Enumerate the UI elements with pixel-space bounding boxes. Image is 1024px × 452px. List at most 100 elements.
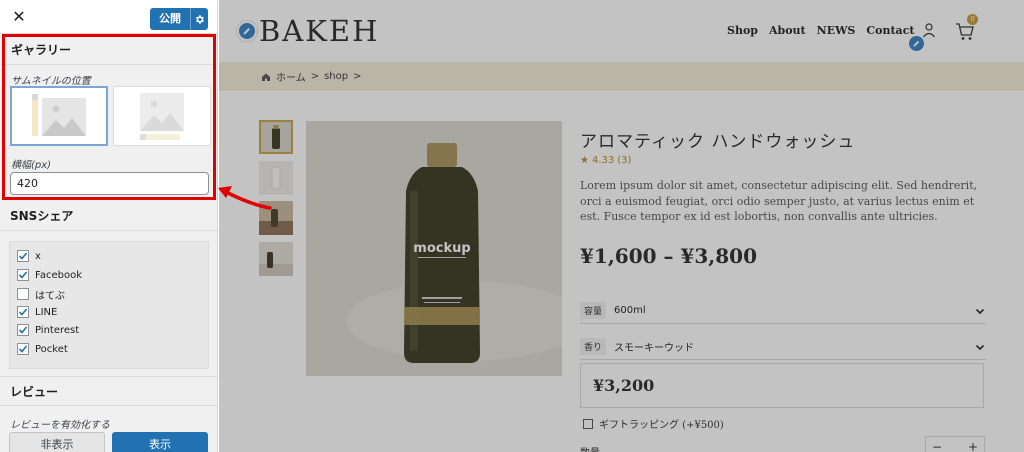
selected-price-box: ¥3,200 [580,363,984,408]
user-icon[interactable] [921,22,937,38]
checkbox[interactable] [17,306,29,318]
thumbnail-position-left-option[interactable] [10,86,108,146]
bottle-label-text: mockup [413,241,470,256]
star-icon: ★ [580,155,589,166]
product-description: Lorem ipsum dolor sit amet, consectetur … [580,179,978,223]
checkbox[interactable] [17,250,29,262]
checkmark-icon [18,326,28,334]
product-main-image[interactable]: mockup [306,121,562,376]
quantity-stepper[interactable]: − + [925,436,985,452]
nav-link-shop[interactable]: Shop [727,24,758,37]
cart-count-badge: 0 [967,14,978,25]
product-title: アロマティック ハンドウォッシュ [580,132,856,152]
layout-left-thumbnails-icon [32,94,86,136]
variation-value: スモーキーウッド [614,343,695,354]
home-icon [262,73,270,81]
publish-button[interactable]: 公開 [150,8,190,30]
thumbnail-position-label: サムネイルの位置 [11,76,91,87]
gift-wrapping-checkbox[interactable] [583,418,593,429]
rating-value: 4.33 [591,155,615,166]
quantity-increase-button[interactable]: + [968,440,978,452]
thumbnail-position-bottom-option[interactable] [113,86,211,146]
sns-options-box: x Facebook はてぶ LINE Pinterest Pocket [9,241,209,369]
quantity-decrease-button[interactable]: − [932,440,942,452]
sns-item-label: Pinterest [35,324,80,336]
sns-item-hatebu[interactable]: はてぶ [17,286,65,302]
checkmark-icon [18,271,28,279]
quantity-label: 数量 [580,444,600,452]
logo-edit-shortcut[interactable] [237,21,257,41]
breadcrumb-home[interactable]: ホーム [276,69,306,84]
variation-scent-select[interactable]: 香り スモーキーウッド [580,334,986,360]
pencil-icon [913,40,920,47]
variation-tag: 香り [580,338,607,355]
publish-group: 公開 [150,8,208,30]
review-enable-label: レビューを有効化する [10,420,110,431]
checkmark-icon [18,345,28,353]
sns-item-label: LINE [35,306,58,318]
main-nav: Shop About NEWS Contact [727,24,914,37]
site-header: BAKEH Shop About NEWS Contact 0 [219,0,1024,62]
sns-item-pinterest[interactable]: Pinterest [17,322,79,338]
close-button[interactable]: ✕ [10,7,28,27]
checkmark-icon [18,308,28,316]
layout-bottom-thumbnails-icon [140,93,184,140]
site-logo[interactable]: BAKEH [259,14,379,48]
cart-icon[interactable] [955,22,975,42]
nav-link-news[interactable]: NEWS [817,24,856,37]
checkbox[interactable] [17,269,29,281]
bottle-thumbnail-image [261,122,291,152]
gallery-thumbnail[interactable] [259,201,293,235]
breadcrumb: ホーム > shop > [219,62,1024,91]
chevron-down-icon [975,308,985,314]
review-show-button[interactable]: 表示 [112,432,208,452]
breadcrumb-separator: > [353,71,362,82]
towel-thumbnail-image [259,242,293,276]
customizer-panel: ✕ 公開 ギャラリー サムネイルの位置 横幅(px) 420 SNSシェア x … [0,0,218,452]
gallery-section: ギャラリー サムネイルの位置 横幅(px) [1,35,217,203]
sns-item-line[interactable]: LINE [17,304,57,320]
sns-section-title: SNSシェア [0,201,217,231]
review-hide-button[interactable]: 非表示 [9,432,105,452]
rating-count[interactable]: (3) [617,155,631,166]
review-section-title: レビュー [0,376,217,406]
nav-link-about[interactable]: About [769,24,806,37]
breadcrumb-separator: > [310,71,320,82]
gallery-width-label: 横幅(px) [11,160,52,171]
checkbox[interactable] [17,324,29,336]
variation-volume-select[interactable]: 容量 600ml [580,298,986,324]
gift-wrapping-label: ギフトラッピング (+¥500) [599,420,724,431]
publish-settings-button[interactable] [190,8,208,30]
sns-item-label: Facebook [35,269,82,281]
gear-icon [196,14,204,24]
sns-item-facebook[interactable]: Facebook [17,267,82,283]
sns-item-label: Pocket [35,343,68,355]
gallery-thumbnail[interactable] [259,242,293,276]
sns-item-label: x [35,250,41,262]
pencil-icon [243,28,250,35]
checkmark-icon [18,252,28,260]
checkbox[interactable] [17,288,29,300]
sns-item-label: はてぶ [35,290,65,302]
product-bottle-image: mockup [306,121,562,376]
breadcrumb-shop[interactable]: shop [324,71,348,82]
gift-wrapping-option[interactable]: ギフトラッピング (+¥500) [583,416,724,431]
gallery-section-title: ギャラリー [1,35,217,65]
gallery-thumbnail[interactable] [259,161,293,195]
sns-item-pocket[interactable]: Pocket [17,341,68,357]
panel-header: ✕ 公開 [0,0,217,34]
sns-item-x[interactable]: x [17,248,41,264]
gallery-thumbnail[interactable] [259,120,293,154]
lifestyle-thumbnail-image [259,201,293,235]
white-bottle-thumbnail-image [259,161,293,195]
nav-link-contact[interactable]: Contact [866,24,914,37]
variation-value: 600ml [614,305,646,316]
variation-tag: 容量 [580,302,607,319]
site-preview: BAKEH Shop About NEWS Contact 0 ホーム > sh… [219,0,1024,452]
gallery-width-input[interactable] [10,172,209,195]
checkbox[interactable] [17,343,29,355]
selected-variation-price: ¥3,200 [593,376,655,395]
product-rating: ★ 4.33 (3) [580,155,631,166]
product-price-range: ¥1,600 – ¥3,800 [580,244,758,268]
chevron-down-icon [975,344,985,350]
